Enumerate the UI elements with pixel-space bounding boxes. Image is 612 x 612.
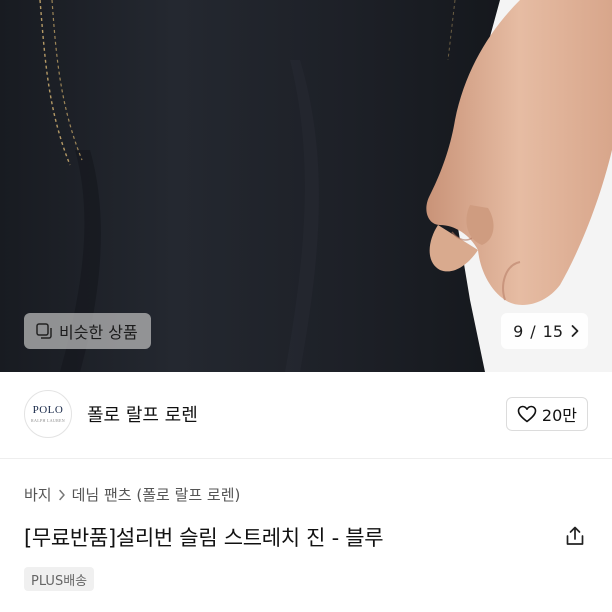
product-title: [무료반품]설리번 슬림 스트레치 진 - 블루 (24, 526, 384, 550)
divider (0, 458, 612, 459)
image-counter-total: 15 (542, 321, 563, 341)
product-detail-page: 비슷한 상품 9 / 15 POLO RALPH LAUREN 폴로 랄프 로렌… (0, 0, 612, 612)
similar-products-button[interactable]: 비슷한 상품 (24, 313, 151, 349)
image-counter[interactable]: 9 / 15 (501, 313, 588, 349)
share-icon (564, 525, 586, 551)
breadcrumb: 바지 데님 팬츠 (폴로 랄프 로렌) (24, 484, 240, 505)
similar-products-label: 비슷한 상품 (59, 323, 138, 342)
brand-name[interactable]: 폴로 랄프 로렌 (87, 401, 198, 427)
heart-outline-icon (517, 405, 537, 423)
brand-logo-text: POLO (32, 404, 64, 416)
product-image[interactable]: 비슷한 상품 9 / 15 (0, 0, 612, 372)
plus-delivery-badge: PLUS배송 (24, 567, 95, 591)
brand-logo-subtext: RALPH LAUREN (31, 418, 65, 423)
breadcrumb-item-subcategory[interactable]: 데님 팬츠 (폴로 랄프 로렌) (72, 484, 241, 505)
brand-row[interactable]: POLO RALPH LAUREN 폴로 랄프 로렌 20만 (24, 389, 588, 439)
share-button[interactable] (562, 525, 588, 551)
like-count: 20만 (541, 406, 577, 425)
chevron-right-icon (566, 324, 580, 338)
breadcrumb-item-category[interactable]: 바지 (24, 484, 52, 505)
chevron-right-icon (52, 489, 72, 501)
image-counter-current: 9 (513, 321, 524, 341)
similar-products-icon (35, 322, 53, 340)
like-button[interactable]: 20만 (505, 397, 588, 431)
brand-logo[interactable]: POLO RALPH LAUREN (24, 390, 72, 438)
image-counter-separator: / (530, 321, 536, 341)
